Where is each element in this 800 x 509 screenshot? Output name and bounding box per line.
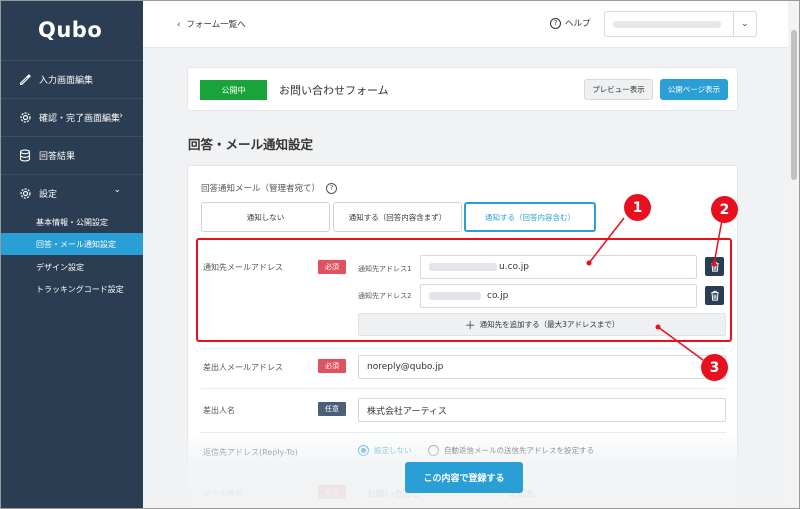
reply-to-label: 返信先アドレス(Reply-To)	[203, 448, 298, 457]
chevron-right-icon: ›	[119, 111, 123, 121]
scrollbar-thumb[interactable]	[791, 30, 797, 180]
scrollbar[interactable]	[788, 0, 800, 509]
sidebar-item-label: 確認・完了画面編集	[39, 114, 121, 124]
chevron-down-icon: ⌄	[113, 185, 121, 195]
sidebar-subitem-basic[interactable]: 基本情報・公開設定	[0, 211, 143, 233]
sidebar-subitem-notify[interactable]: 回答・メール通知設定	[0, 233, 143, 255]
sender-address-label: 差出人メールアドレス	[203, 363, 283, 372]
mail-subject-label: メール件名	[203, 489, 243, 498]
gear-icon	[18, 111, 32, 125]
callout-1: 1	[624, 194, 651, 221]
chevron-down-icon[interactable]: ⌄	[741, 19, 749, 29]
top-bar: ‹ フォーム一覧へ ? ヘルプ ⌄	[143, 0, 788, 48]
help-icon[interactable]: ?	[326, 182, 338, 194]
select-divider	[733, 12, 734, 36]
notify-option-without-content[interactable]: 通知する（回答内容含まず）	[333, 202, 462, 232]
back-link[interactable]: ‹ フォーム一覧へ	[177, 18, 246, 30]
sender-address-input[interactable]: noreply@qubo.jp	[358, 355, 726, 379]
page-title: 回答・メール通知設定	[188, 137, 314, 152]
sidebar-item-results[interactable]: 回答結果	[0, 136, 143, 174]
help-label: ヘルプ	[565, 19, 591, 29]
callout-3: 3	[701, 354, 728, 381]
form-header-card: 公開中 お問い合わせフォーム プレビュー表示 公開ページ表示	[187, 67, 738, 111]
edit-icon	[18, 73, 32, 87]
database-icon	[18, 149, 32, 163]
sidebar-subitem-tracking[interactable]: トラッキングコード設定	[0, 278, 143, 300]
app-logo[interactable]: Qubo	[38, 18, 102, 42]
back-label: フォーム一覧へ	[186, 20, 246, 30]
sidebar-item-input-edit[interactable]: 入力画面編集	[0, 60, 143, 98]
sidebar-item-label: 設定	[39, 190, 58, 200]
notify-option-with-content[interactable]: 通知する（回答内容含む）	[464, 202, 596, 232]
sidebar: Qubo 入力画面編集 確認・完了画面編集 › 回答結果 設定 ⌄ 基本情報・公…	[0, 0, 143, 509]
register-button[interactable]: この内容で登録する	[405, 462, 523, 493]
chevron-left-icon: ‹	[177, 20, 181, 30]
account-name-blurred	[613, 21, 721, 28]
help-link[interactable]: ? ヘルプ	[550, 17, 591, 29]
required-badge: 必須	[318, 485, 346, 499]
reply-to-option-none[interactable]: 設定しない	[358, 445, 412, 456]
divider	[201, 348, 726, 349]
callout-2: 2	[711, 196, 738, 223]
sender-name-label: 差出人名	[203, 406, 235, 415]
sidebar-subitem-design[interactable]: デザイン設定	[0, 256, 143, 278]
radio-selected-icon	[358, 445, 369, 456]
account-select[interactable]: ⌄	[604, 11, 757, 37]
radio-icon	[428, 445, 439, 456]
help-icon: ?	[550, 17, 561, 29]
form-title: お問い合わせフォーム	[279, 84, 389, 97]
annotation-highlight-box	[196, 238, 732, 342]
radio-label: 自動返信メールの送信先アドレスを設定する	[444, 446, 594, 455]
sender-name-input[interactable]: 株式会社アーティス	[358, 398, 726, 422]
divider	[201, 432, 726, 433]
sidebar-item-label: 回答結果	[39, 152, 76, 162]
sidebar-item-settings[interactable]: 設定 ⌄	[0, 174, 143, 212]
notify-mail-label: 回答通知メール（管理者宛て） ?	[201, 182, 338, 194]
reply-to-option-auto[interactable]: 自動返信メールの送信先アドレスを設定する	[428, 445, 594, 456]
status-badge: 公開中	[200, 80, 267, 100]
optional-badge: 任意	[318, 402, 346, 416]
required-badge: 必須	[318, 359, 346, 373]
sidebar-item-confirm-edit[interactable]: 確認・完了画面編集 ›	[0, 98, 143, 136]
divider	[201, 388, 726, 389]
gear-icon	[18, 187, 32, 201]
notify-mail-label-text: 回答通知メール（管理者宛て）	[201, 184, 321, 194]
sidebar-item-label: 入力画面編集	[39, 76, 94, 86]
radio-label: 設定しない	[374, 446, 412, 455]
preview-button[interactable]: プレビュー表示	[584, 79, 653, 100]
notify-option-none[interactable]: 通知しない	[201, 202, 330, 232]
public-page-button[interactable]: 公開ページ表示	[660, 79, 728, 100]
